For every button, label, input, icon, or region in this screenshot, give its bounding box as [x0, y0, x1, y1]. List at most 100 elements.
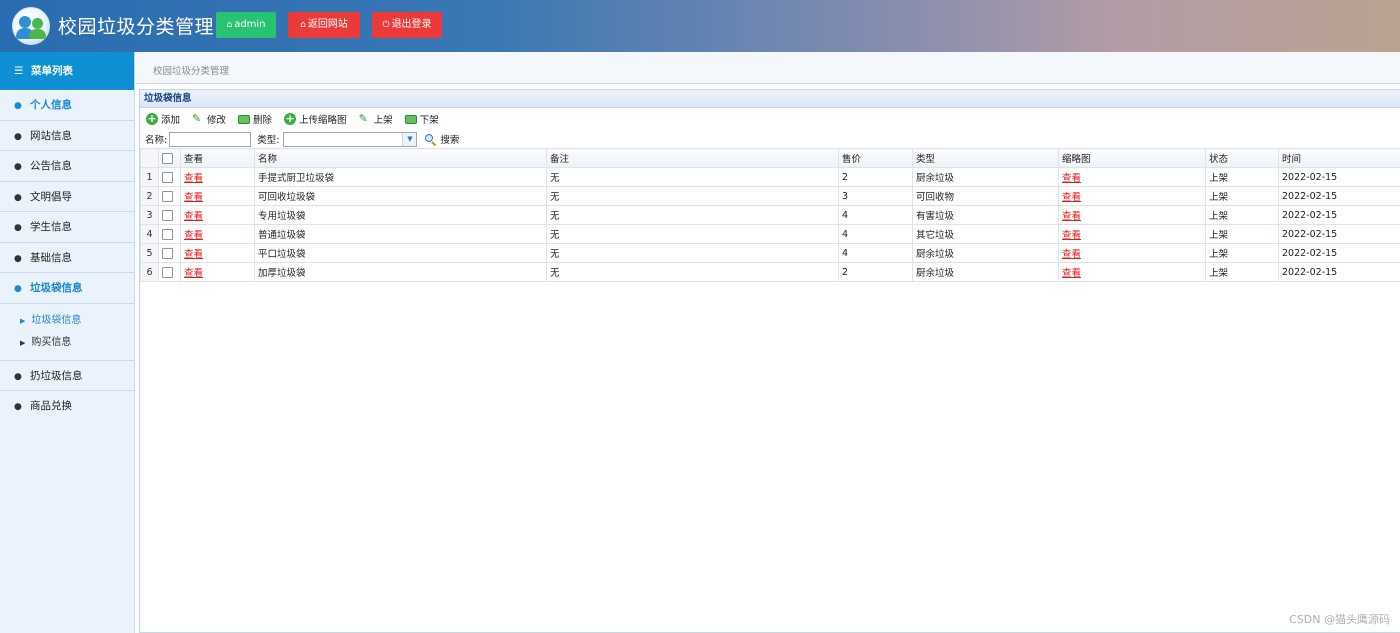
view-link[interactable]: 查看 [184, 192, 203, 203]
row-checkbox[interactable] [162, 266, 173, 278]
search-button[interactable]: 搜索 [425, 132, 459, 146]
upload-thumbnail-button[interactable]: + 上传缩略图 [284, 112, 347, 126]
table-header-row: 查看 名称 备注 售价 类型 缩略图 状态 时间 [140, 148, 1400, 168]
sidebar-item-personal-info[interactable]: ● 个人信息 [0, 90, 134, 121]
table-row[interactable]: 6 查看 加厚垃圾袋 无 2 厨余垃圾 查看 上架 2022-02-15 [140, 262, 1400, 282]
sidebar-item-bag-info[interactable]: ● 垃圾袋信息 [0, 273, 134, 304]
user-icon: ● [14, 192, 22, 203]
name-cell: 普通垃圾袋 [254, 224, 547, 244]
table-row[interactable]: 5 查看 平口垃圾袋 无 4 厨余垃圾 查看 上架 2022-02-15 [140, 243, 1400, 263]
view-link[interactable]: 查看 [184, 173, 203, 184]
view-link[interactable]: 查看 [184, 230, 203, 241]
type-cell: 厨余垃圾 [912, 262, 1059, 282]
sidebar-item-civilization[interactable]: ● 文明倡导 [0, 182, 134, 212]
sidebar-item-label: 网站信息 [30, 129, 72, 142]
breadcrumb: 校园垃圾分类管理 [136, 52, 1400, 84]
remove-icon [238, 114, 251, 124]
pencil-icon: ✎ [358, 112, 368, 125]
table-row[interactable]: 1 查看 手提式厨卫垃圾袋 无 2 厨余垃圾 查看 上架 2022-02-15 [140, 167, 1400, 187]
price-cell: 4 [838, 243, 913, 263]
note-cell: 无 [546, 205, 839, 225]
row-number: 5 [140, 243, 159, 263]
name-cell: 专用垃圾袋 [254, 205, 547, 225]
search-icon [425, 133, 437, 146]
delete-label: 删除 [253, 115, 273, 126]
thumb-cell: 查看 [1058, 186, 1206, 206]
view-link[interactable]: 查看 [184, 268, 203, 279]
name-search-input[interactable] [169, 131, 252, 147]
row-select-cell [158, 224, 181, 244]
admin-button[interactable]: ⌂ admin [216, 12, 276, 38]
type-select[interactable]: ▼ [283, 131, 418, 147]
time-cell: 2022-02-15 [1278, 224, 1400, 244]
select-all-checkbox[interactable] [162, 152, 173, 164]
sidebar-item-site-info[interactable]: ● 网站信息 [0, 121, 134, 151]
sidebar-item-label: 文明倡导 [30, 190, 72, 203]
admin-label: admin [234, 19, 266, 30]
row-number: 1 [140, 167, 159, 187]
list-on-button[interactable]: ✎ 上架 [358, 112, 393, 127]
status-cell: 上架 [1205, 224, 1279, 244]
remove-icon [404, 114, 417, 124]
note-cell: 无 [546, 243, 839, 263]
view-cell: 查看 [180, 262, 255, 282]
thumbnail-link[interactable]: 查看 [1062, 230, 1081, 241]
price-cell: 3 [838, 186, 913, 206]
thumbnail-link[interactable]: 查看 [1062, 173, 1081, 184]
top-header: 校园垃圾分类管理 ⌂ admin ⌂ 返回网站 ⏻ 退出登录 [0, 0, 1400, 52]
home-icon: ⌂ [300, 20, 306, 30]
caret-right-icon: ▶ [20, 338, 26, 347]
time-cell: 2022-02-15 [1278, 243, 1400, 263]
search-label: 搜索 [440, 135, 460, 146]
breadcrumb-text: 校园垃圾分类管理 [153, 66, 230, 77]
view-link[interactable]: 查看 [184, 249, 203, 260]
sidebar-item-basic-info[interactable]: ● 基础信息 [0, 243, 134, 273]
sidebar-item-label: 公告信息 [30, 160, 72, 172]
row-checkbox[interactable] [162, 171, 173, 183]
bag-info-panel: 垃圾袋信息 + 添加 ✎ 修改 删除 + 上传缩略图 ✎ 上架 下架 名称: 类型: ▼… [139, 89, 1400, 633]
col-header-note: 备注 [546, 148, 839, 168]
sidebar-item-label: 个人信息 [30, 99, 72, 111]
toolbar: + 添加 ✎ 修改 删除 + 上传缩略图 ✎ 上架 下架 [140, 108, 1400, 130]
user-icon: ● [14, 402, 22, 412]
table-row[interactable]: 4 查看 普通垃圾袋 无 4 其它垃圾 查看 上架 2022-02-15 [140, 224, 1400, 244]
col-header-status: 状态 [1205, 148, 1279, 168]
sidebar-item-students[interactable]: ● 学生信息 [0, 212, 134, 243]
row-checkbox[interactable] [162, 209, 173, 221]
note-cell: 无 [546, 262, 839, 282]
edit-label: 修改 [207, 115, 227, 126]
thumbnail-link[interactable]: 查看 [1062, 211, 1081, 222]
sidebar-item-throw-garbage[interactable]: ● 扔垃圾信息 [0, 361, 134, 391]
sidebar-subitem-bag-info[interactable]: ▶ 垃圾袋信息 [0, 310, 134, 332]
users-logo-icon [12, 7, 50, 45]
thumbnail-link[interactable]: 查看 [1062, 249, 1081, 260]
type-cell: 厨余垃圾 [912, 243, 1059, 263]
row-select-cell [158, 243, 181, 263]
sidebar-subitem-purchase-info[interactable]: ▶ 购买信息 [0, 332, 134, 354]
sidebar-item-label: 垃圾袋信息 [30, 282, 83, 294]
back-to-site-button[interactable]: ⌂ 返回网站 [288, 12, 360, 38]
delete-button[interactable]: 删除 [238, 112, 272, 126]
add-button[interactable]: + 添加 [146, 112, 180, 126]
status-cell: 上架 [1205, 205, 1279, 225]
table-row[interactable]: 2 查看 可回收垃圾袋 无 3 可回收物 查看 上架 2022-02-15 [140, 186, 1400, 206]
chevron-down-icon[interactable]: ▼ [402, 132, 417, 146]
name-cell: 可回收垃圾袋 [254, 186, 547, 206]
row-checkbox[interactable] [162, 228, 173, 240]
sidebar-item-exchange[interactable]: ● 商品兑换 [0, 391, 134, 422]
view-link[interactable]: 查看 [184, 211, 203, 222]
table-row[interactable]: 3 查看 专用垃圾袋 无 4 有害垃圾 查看 上架 2022-02-15 [140, 205, 1400, 225]
thumbnail-link[interactable]: 查看 [1062, 268, 1081, 279]
row-checkbox[interactable] [162, 247, 173, 259]
edit-button[interactable]: ✎ 修改 [192, 112, 227, 127]
sidebar-item-announcements[interactable]: ● 公告信息 [0, 151, 134, 182]
col-header-type: 类型 [912, 148, 1059, 168]
row-checkbox[interactable] [162, 190, 173, 202]
name-cell: 手提式厨卫垃圾袋 [254, 167, 547, 187]
name-label: 名称: [145, 135, 168, 146]
name-cell: 平口垃圾袋 [254, 243, 547, 263]
list-off-button[interactable]: 下架 [404, 112, 439, 126]
thumbnail-link[interactable]: 查看 [1062, 192, 1081, 203]
sidebar-subitem-label: 购买信息 [31, 336, 72, 348]
logout-button[interactable]: ⏻ 退出登录 [372, 12, 442, 38]
